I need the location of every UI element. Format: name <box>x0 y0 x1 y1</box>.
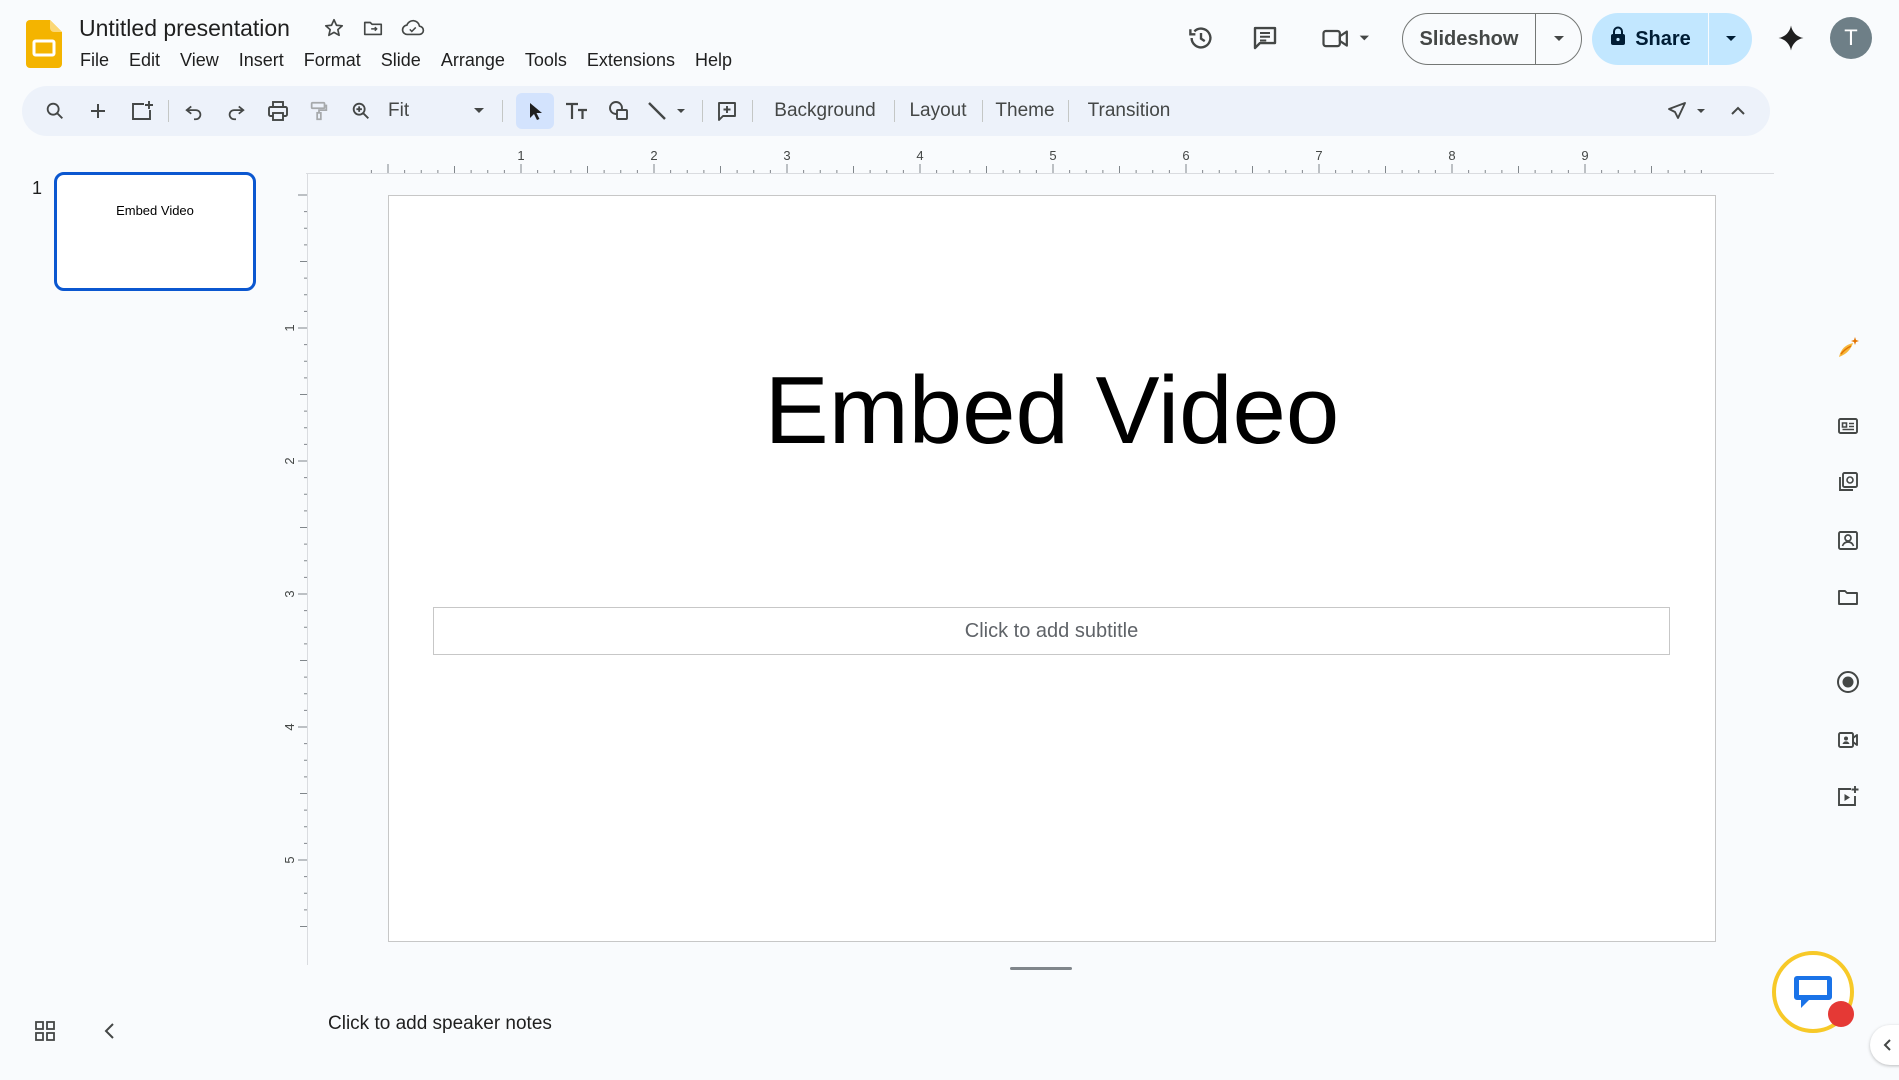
contacts-icon[interactable] <box>1834 526 1862 554</box>
ruler-label: 8 <box>1448 148 1455 163</box>
new-slide-layout-icon[interactable] <box>122 86 162 136</box>
folder-icon[interactable] <box>1834 583 1862 611</box>
redo-icon[interactable] <box>219 86 253 136</box>
slideshow-options-button[interactable] <box>1535 14 1581 64</box>
keep-icon[interactable] <box>1834 412 1862 440</box>
app-logo[interactable] <box>26 20 62 68</box>
zoom-select[interactable]: Fit <box>382 86 492 136</box>
zoom-value: Fit <box>388 100 410 121</box>
line-tool-icon[interactable] <box>642 86 698 136</box>
pointer-mode-icon[interactable] <box>1662 86 1718 136</box>
theme-button[interactable]: Theme <box>986 86 1064 136</box>
speaker-notes[interactable]: Click to add speaker notes <box>306 995 1774 1055</box>
slide-canvas[interactable]: Embed Video Click to add subtitle <box>388 195 1716 942</box>
ai-image-icon[interactable] <box>1834 334 1862 362</box>
comments-icon[interactable] <box>1247 20 1283 56</box>
print-icon[interactable] <box>261 86 295 136</box>
ruler-label: 4 <box>282 723 297 730</box>
menu-insert[interactable]: Insert <box>229 50 294 71</box>
collapse-toolbar-icon[interactable] <box>1720 86 1756 136</box>
ruler-label: 9 <box>1581 148 1588 163</box>
ruler-label: 3 <box>282 590 297 597</box>
star-icon[interactable] <box>323 17 345 39</box>
menu-file[interactable]: File <box>70 50 119 71</box>
slideshow-button[interactable]: Slideshow <box>1403 14 1535 64</box>
record-icon[interactable] <box>1834 668 1862 696</box>
transition-button[interactable]: Transition <box>1072 86 1186 136</box>
speaker-notes-placeholder: Click to add speaker notes <box>328 1013 552 1034</box>
horizontal-ruler[interactable]: 1 2 3 4 5 6 7 8 9 <box>306 148 1774 174</box>
ruler-label: 5 <box>282 856 297 863</box>
zoom-icon[interactable] <box>344 86 378 136</box>
transition-label: Transition <box>1087 100 1171 121</box>
chevron-down-icon <box>472 106 486 116</box>
menu-slide[interactable]: Slide <box>371 50 431 71</box>
add-comment-icon[interactable] <box>708 86 746 136</box>
ruler-label: 2 <box>282 457 297 464</box>
share-label: Share <box>1635 27 1691 50</box>
slide-title[interactable]: Embed Video <box>389 356 1715 466</box>
slides-library-icon[interactable] <box>1834 468 1862 496</box>
subtitle-placeholder[interactable]: Click to add subtitle <box>433 607 1670 655</box>
menu-arrange[interactable]: Arrange <box>431 50 515 71</box>
slide-thumbnail[interactable]: Embed Video <box>54 172 256 291</box>
ruler-label: 2 <box>650 148 657 163</box>
ruler-label: 1 <box>517 148 524 163</box>
menu-tools[interactable]: Tools <box>515 50 577 71</box>
background-button[interactable]: Background <box>760 86 890 136</box>
menu-edit[interactable]: Edit <box>119 50 170 71</box>
document-title[interactable]: Untitled presentation <box>79 15 290 42</box>
video-call-icon[interactable] <box>1318 20 1378 56</box>
ruler-label: 1 <box>282 324 297 331</box>
collapse-filmstrip-icon[interactable] <box>100 1020 120 1047</box>
menu-help[interactable]: Help <box>685 50 742 71</box>
slide-thumbnail-title: Embed Video <box>116 203 194 218</box>
background-label: Background <box>774 100 876 121</box>
menu-bar: File Edit View Insert Format Slide Arran… <box>70 48 742 72</box>
add-video-icon[interactable] <box>1834 783 1862 811</box>
share-button[interactable]: Share <box>1592 13 1708 65</box>
avatar[interactable]: T <box>1830 17 1872 59</box>
share-options-button[interactable] <box>1708 13 1752 65</box>
gemini-sparkle-icon[interactable] <box>1773 20 1809 56</box>
notification-dot <box>1828 1001 1854 1027</box>
theme-label: Theme <box>995 100 1055 121</box>
select-cursor-icon[interactable] <box>516 86 554 136</box>
undo-icon[interactable] <box>177 86 211 136</box>
slide-number: 1 <box>32 178 43 198</box>
ruler-label: 6 <box>1182 148 1189 163</box>
grid-view-icon[interactable] <box>34 1020 56 1047</box>
ruler-label: 5 <box>1049 148 1056 163</box>
version-history-icon[interactable] <box>1183 20 1219 56</box>
ruler-label: 4 <box>916 148 923 163</box>
vertical-ruler[interactable]: 1 2 3 4 5 <box>282 173 308 965</box>
menu-format[interactable]: Format <box>294 50 371 71</box>
move-folder-icon[interactable] <box>362 17 384 39</box>
layout-label: Layout <box>909 100 967 121</box>
menu-extensions[interactable]: Extensions <box>577 50 685 71</box>
notes-resize-handle[interactable] <box>1010 967 1072 970</box>
layout-button[interactable]: Layout <box>898 86 978 136</box>
lock-icon <box>1609 26 1627 52</box>
ruler-label: 3 <box>783 148 790 163</box>
text-box-icon[interactable] <box>558 86 596 136</box>
show-side-panel-icon[interactable] <box>1870 1025 1899 1065</box>
search-menus-icon[interactable] <box>38 86 72 136</box>
new-slide-icon[interactable] <box>81 86 115 136</box>
menu-view[interactable]: View <box>170 50 229 71</box>
cloud-saved-icon[interactable] <box>401 17 425 39</box>
toolbar: Fit Background Layout Theme Transition <box>22 86 1770 136</box>
ruler-label: 7 <box>1315 148 1322 163</box>
shape-icon[interactable] <box>600 86 638 136</box>
paint-format-icon[interactable] <box>302 86 336 136</box>
camera-icon[interactable] <box>1834 726 1862 754</box>
